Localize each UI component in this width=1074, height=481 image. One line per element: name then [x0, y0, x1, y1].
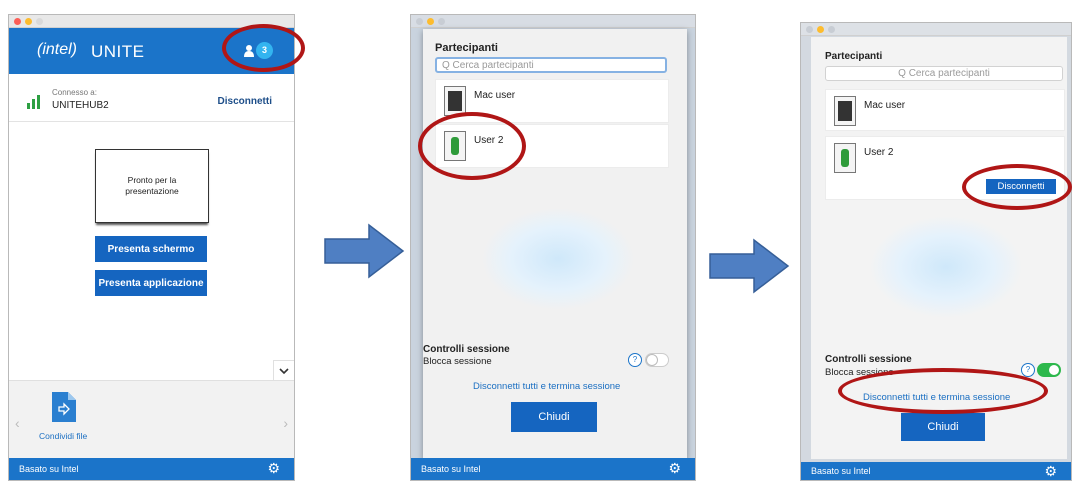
share-file-label[interactable]: Condividi file: [39, 431, 87, 441]
close-button[interactable]: Chiudi: [511, 402, 597, 432]
app-footer: Basato su Intel ⚙: [801, 462, 1071, 480]
participants-heading: Partecipanti: [825, 51, 883, 62]
present-application-button[interactable]: Presenta applicazione: [95, 270, 207, 296]
help-icon[interactable]: ?: [628, 353, 642, 367]
unite-logo-text: UNITE: [91, 42, 145, 61]
disconnect-all-link[interactable]: Disconnetti tutti e termina sessione: [473, 381, 620, 392]
session-controls-heading: Controlli sessione: [423, 344, 510, 355]
session-controls-heading: Controlli sessione: [825, 354, 912, 365]
annotation-circle-participants: [222, 24, 305, 72]
disconnect-link[interactable]: Disconnetti: [218, 96, 272, 107]
window-titlebar: [411, 15, 695, 28]
flow-arrow-right-icon: [324, 223, 405, 279]
participant-item[interactable]: Mac user: [825, 89, 1065, 131]
present-screen-button[interactable]: Presenta schermo: [95, 236, 207, 262]
participants-sheet: Partecipanti Q Cerca partecipanti Mac us…: [423, 29, 687, 459]
intel-logo: (intel): [37, 41, 78, 58]
background-glow: [871, 217, 1021, 317]
minimize-window-button[interactable]: [25, 18, 32, 25]
close-window-button[interactable]: [14, 18, 21, 25]
mac-user-avatar-icon: [834, 96, 856, 126]
footer-label: Basato su Intel: [19, 464, 79, 474]
annotation-circle-user2: [418, 112, 526, 180]
scroll-left-chevron-icon[interactable]: ‹: [15, 415, 20, 431]
gear-icon[interactable]: ⚙: [1044, 464, 1057, 478]
app-footer: Basato su Intel ⚙: [411, 458, 695, 480]
search-participants-input[interactable]: Q Cerca partecipanti: [435, 57, 667, 73]
app-footer: Basato su Intel ⚙: [9, 458, 294, 480]
lock-session-label: Blocca sessione: [423, 356, 492, 367]
close-window-button[interactable]: [416, 18, 423, 25]
scroll-right-chevron-icon[interactable]: ›: [283, 415, 288, 431]
zoom-window-button[interactable]: [828, 26, 835, 33]
close-button[interactable]: Chiudi: [901, 413, 985, 441]
presentation-preview: Pronto per la presentazione: [95, 149, 209, 223]
connected-label: Connesso a:: [52, 88, 97, 97]
participants-window: Partecipanti Q Cerca partecipanti Mac us…: [410, 14, 696, 481]
preview-status-text: Pronto per la presentazione: [125, 175, 179, 196]
search-participants-input[interactable]: Q Cerca partecipanti: [825, 66, 1063, 81]
share-tray: ‹ › Condividi file: [9, 380, 294, 459]
hub-name: UNITEHUB2: [52, 100, 109, 111]
window-titlebar: [801, 23, 1071, 36]
participant-name: Mac user: [474, 90, 516, 101]
footer-label: Basato su Intel: [811, 466, 871, 476]
annotation-circle-disconnect-all: [838, 368, 1048, 414]
signal-strength-icon: [27, 95, 41, 109]
expand-chevron-icon[interactable]: [273, 360, 294, 382]
gear-icon[interactable]: ⚙: [668, 461, 681, 475]
help-icon[interactable]: ?: [1021, 363, 1035, 377]
minimize-window-button[interactable]: [817, 26, 824, 33]
share-file-icon[interactable]: [52, 392, 76, 422]
lock-session-toggle[interactable]: [645, 353, 669, 367]
connection-row: Connesso a: UNITEHUB2 Disconnetti: [9, 75, 294, 122]
minimize-window-button[interactable]: [427, 18, 434, 25]
flow-arrow-right-icon: [709, 238, 790, 294]
lock-session-toggle[interactable]: [1037, 363, 1061, 377]
unite-main-window: (intel) UNITE 3 Connesso a: UNITEHUB2 Di…: [8, 14, 295, 481]
zoom-window-button[interactable]: [36, 18, 43, 25]
participants-heading: Partecipanti: [435, 42, 498, 54]
participant-name: User 2: [864, 147, 894, 158]
zoom-window-button[interactable]: [438, 18, 445, 25]
gear-icon[interactable]: ⚙: [267, 461, 280, 475]
annotation-circle-disconnect-user: [962, 164, 1072, 210]
participant-name: Mac user: [864, 100, 906, 111]
user-avatar-icon: [834, 143, 856, 173]
background-glow: [483, 209, 633, 309]
footer-label: Basato su Intel: [421, 464, 481, 474]
close-window-button[interactable]: [806, 26, 813, 33]
